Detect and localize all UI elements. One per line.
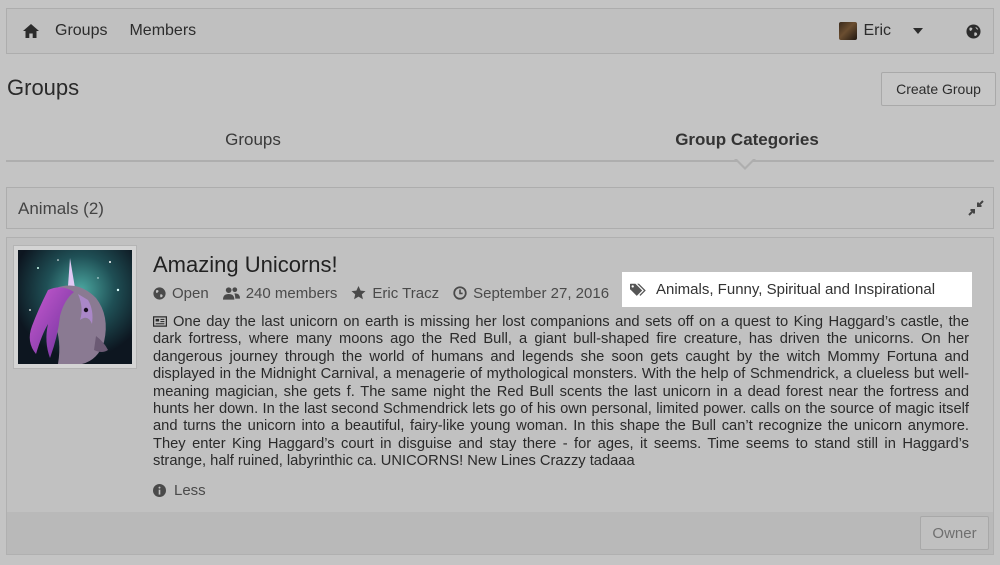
tab-groups[interactable]: Groups: [6, 130, 500, 150]
owner-name[interactable]: Eric Tracz: [372, 285, 439, 302]
tags-list[interactable]: Animals, Funny, Spiritual and Inspiratio…: [656, 281, 935, 298]
compress-icon: [968, 200, 984, 216]
info-icon: [153, 484, 166, 497]
less-label: Less: [174, 482, 206, 499]
group-description: One day the last unicorn on earth is mis…: [152, 314, 969, 471]
active-tab-pointer: [734, 158, 756, 170]
collapse-category-button[interactable]: [967, 199, 985, 217]
privacy-meta: Open: [153, 285, 209, 302]
nav-link-groups[interactable]: Groups: [55, 22, 107, 40]
nav-link-members[interactable]: Members: [129, 22, 196, 40]
date-meta: September 27, 2016: [453, 285, 609, 302]
tags-icon: [630, 283, 646, 296]
home-button[interactable]: [7, 9, 55, 53]
description-text: One day the last unicorn on earth is mis…: [153, 314, 969, 470]
users-icon: [222, 287, 240, 300]
page-title: Groups: [7, 75, 80, 100]
group-tags: Animals, Funny, Spiritual and Inspiratio…: [622, 272, 972, 307]
group-meta: Open 240 members Eric Tracz September 27…: [153, 282, 623, 304]
members-meta: 240 members: [222, 285, 338, 302]
unicorn-illustration: [18, 250, 132, 364]
group-title[interactable]: Amazing Unicorns!: [153, 252, 338, 278]
user-menu-name[interactable]: Eric: [863, 22, 891, 40]
clock-icon: [453, 286, 467, 300]
user-avatar[interactable]: [839, 22, 858, 40]
star-icon: [351, 286, 366, 300]
group-image: [18, 250, 132, 364]
card-footer: Owner: [7, 512, 993, 554]
privacy-label: Open: [172, 284, 209, 302]
category-header: Animals (2): [6, 187, 994, 229]
nav-right: Eric: [839, 9, 993, 53]
owner-role-button[interactable]: Owner: [920, 516, 989, 550]
globe-icon: [965, 23, 981, 39]
home-icon: [23, 24, 39, 38]
globe-icon: [153, 286, 166, 300]
group-thumbnail[interactable]: [13, 245, 137, 369]
tab-group-categories[interactable]: Group Categories: [500, 130, 994, 150]
members-count[interactable]: 240 members: [246, 285, 338, 302]
nav-left: Groups Members: [7, 9, 218, 53]
chevron-down-icon[interactable]: [913, 28, 923, 34]
description-icon: [152, 316, 168, 327]
owner-meta: Eric Tracz: [351, 285, 439, 302]
category-title: Animals (2): [18, 199, 104, 218]
group-tabs: Groups Group Categories: [6, 120, 994, 162]
top-navbar: Groups Members Eric: [6, 8, 994, 54]
group-card: Amazing Unicorns! Open 240 members Eric …: [6, 237, 994, 555]
created-date: September 27, 2016: [473, 284, 610, 302]
create-group-button[interactable]: Create Group: [881, 72, 996, 106]
show-less-toggle[interactable]: Less: [153, 482, 206, 499]
language-button[interactable]: [953, 9, 993, 53]
